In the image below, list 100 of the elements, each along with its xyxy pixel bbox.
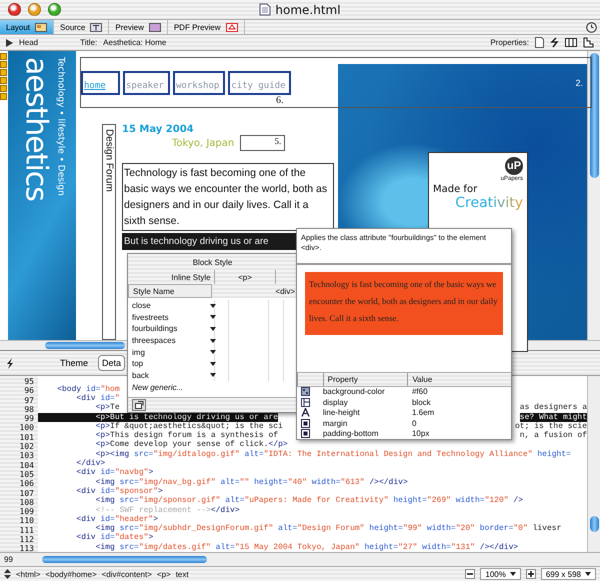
style-item[interactable]: top — [128, 359, 210, 368]
property-value: 1.6em — [410, 408, 436, 418]
size-select[interactable]: 699 x 598 — [540, 568, 596, 580]
head-toggle[interactable]: Head — [19, 38, 38, 47]
line-number: 113 — [18, 544, 35, 554]
box-icon — [301, 398, 310, 407]
line-number: 98 — [23, 404, 35, 414]
code-line: n, a fusion of — [520, 431, 587, 440]
slogan-text: Made for — [433, 184, 478, 195]
line-number: 109 — [18, 507, 35, 516]
line-number: 105 — [18, 470, 35, 480]
caret-icon[interactable] — [210, 338, 216, 343]
close-button[interactable] — [8, 3, 21, 16]
line-number: 111 — [18, 526, 35, 536]
code-line: <img src="img/dates.gif" alt="15 May 2004 Tokyo, Japan" height="27" width="131" /></div> — [94, 542, 518, 552]
caret-icon[interactable] — [210, 373, 216, 378]
style-item[interactable]: close — [128, 301, 210, 310]
caret-icon[interactable] — [585, 572, 591, 576]
line-number: 107 — [18, 488, 35, 498]
tagline: Technology • lifestyle • Design — [56, 57, 66, 198]
popup-heading: Block Style — [192, 257, 234, 269]
path-item[interactable]: <html> — [16, 570, 40, 578]
new-style-item[interactable]: New generic... — [128, 381, 297, 394]
clock-icon[interactable] — [586, 22, 597, 32]
title-value[interactable]: Aesthetica: Home — [103, 38, 166, 47]
zoom-select[interactable]: 100% — [480, 568, 521, 580]
disclosure-triangle-icon[interactable] — [6, 38, 13, 46]
panel-tab[interactable]: Theme — [56, 355, 92, 371]
style-item[interactable]: threespaces — [128, 336, 210, 346]
line-number: 106 — [18, 479, 35, 489]
line-number: 96 — [23, 386, 35, 396]
box-number: 5. — [240, 135, 286, 151]
date-text: 15 May 2004 — [122, 124, 195, 135]
line-field[interactable]: 99 — [0, 555, 38, 564]
panel-tab[interactable]: Deta — [98, 355, 126, 371]
page-icon[interactable] — [535, 37, 544, 48]
path-item[interactable]: <body#home> — [45, 570, 97, 578]
caret-icon[interactable] — [210, 304, 216, 308]
property-name: display — [322, 398, 349, 407]
path-item[interactable]: text — [176, 570, 189, 578]
line-number: 104 — [18, 460, 35, 470]
code-line: <p>Te — [94, 403, 120, 413]
image-icon — [148, 22, 161, 32]
code-line: <div id="sponsor"> — [75, 486, 163, 496]
minus-icon[interactable] — [465, 569, 476, 579]
column-heading: Style Name — [128, 284, 212, 298]
code-line: <!-- SWF replacement --></div> — [94, 506, 240, 515]
style-item[interactable]: fourbuildings — [128, 324, 210, 334]
line-number: 103 — [18, 451, 35, 461]
scrollbar[interactable] — [587, 376, 600, 552]
view-tab[interactable]: PDF Preview — [168, 20, 245, 34]
code-line: as designers a — [520, 403, 587, 413]
paragraph: Technology is fast becoming one of the basic ways we encounter the world, both as designers and in our daily lives. Call it a sixth sense. — [122, 163, 334, 231]
code-line: <p>Come develop your sense of click.</p> — [94, 440, 288, 450]
code-line: <img src="img/subhdr_DesignForum.gif" alt="Design Forum" height="99" width="20" border="0" livesr — [96, 524, 562, 534]
line-number: 100 — [18, 423, 35, 433]
lightning-icon[interactable] — [6, 358, 14, 368]
style-item[interactable]: img — [128, 348, 210, 357]
logo-text: aesthetics — [18, 57, 54, 203]
style-item[interactable]: back — [128, 370, 210, 380]
code-line: <body id="hom — [56, 384, 120, 394]
path-item[interactable]: <div#content> — [102, 570, 152, 578]
zoom-button[interactable] — [48, 3, 61, 16]
column-heading: Inline Style — [171, 272, 211, 282]
slogan-text: Creativity — [455, 195, 523, 211]
code-line: <p><img src="img/idtalogo.gif" alt="IDTA: The International Design and Technology Alliance" height= — [94, 450, 571, 459]
layout-icon — [35, 22, 48, 32]
path-item[interactable]: <p> — [156, 570, 171, 578]
stepper-icon[interactable] — [4, 569, 11, 579]
scrollbar[interactable] — [587, 51, 600, 340]
minimize-button[interactable] — [28, 3, 41, 16]
view-tab[interactable]: Preview — [109, 20, 168, 34]
view-tab[interactable]: Layout — [0, 20, 54, 34]
property-name: padding-bottom — [322, 429, 380, 438]
document-icon — [259, 3, 272, 16]
line-number: 95 — [23, 377, 35, 386]
line-number: 110 — [18, 516, 35, 526]
style-action-button[interactable] — [132, 399, 146, 411]
code-line: <p>This design forum is a synthesis of — [94, 431, 278, 440]
plus-icon[interactable] — [526, 569, 536, 579]
caret-icon[interactable] — [510, 572, 516, 576]
property-value: 0 — [410, 418, 418, 428]
caret-icon[interactable] — [210, 362, 216, 366]
code-line: </div> — [75, 459, 106, 468]
code-line: <img src="img/sponsor.gif" alt="uPapers: Made for Creativity" height="269" width="120" /> — [94, 496, 523, 506]
column-heading: Value — [407, 372, 511, 386]
caret-icon[interactable] — [210, 326, 216, 331]
caret-icon[interactable] — [210, 315, 216, 320]
view-tab[interactable]: Source — [54, 20, 110, 34]
line-number: 112 — [18, 535, 35, 544]
style-item[interactable]: fivestreets — [128, 312, 210, 322]
code-line: <img src="img/nav_bg.gif" alt="" height="40" width="613" /></div> — [94, 478, 408, 487]
pdf-icon — [226, 22, 238, 32]
property-name: background-color — [322, 387, 386, 396]
columns-icon[interactable] — [565, 38, 577, 47]
stairs-icon[interactable] — [583, 37, 594, 48]
title-label: Title: — [80, 38, 98, 47]
property-value: #f60 — [410, 387, 429, 396]
code-line: <div id=" — [75, 394, 120, 404]
line-number: 97 — [23, 396, 35, 405]
